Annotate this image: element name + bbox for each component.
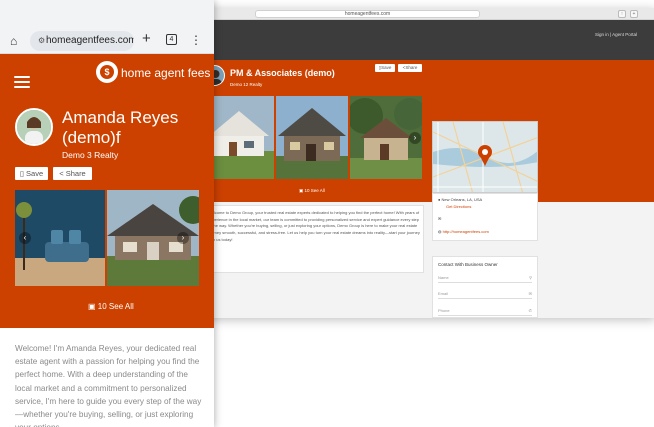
mobile-agent-name: Amanda Reyes (demo)f (62, 108, 179, 147)
brand-name: home agent fees (121, 66, 211, 80)
menu-icon[interactable] (14, 76, 30, 88)
user-icon: ⚲ (529, 275, 532, 280)
mobile-save-button[interactable]: ▯ Save (15, 167, 48, 180)
site-settings-icon[interactable]: ⚙ (38, 36, 45, 45)
location-row: ● New Orleans, LA, USA (438, 197, 483, 202)
mobile-description-text: Welcome! I'm Amanda Reyes, your dedicate… (15, 344, 202, 427)
desktop-agent-name: PM & Associates (demo) (230, 68, 335, 78)
desktop-gallery-photo[interactable] (204, 96, 274, 179)
mobile-browser-toolbar: ⌂ homeagentfees.com/list ⚙ + 4 ⋮ (0, 0, 214, 54)
mail-icon: ✉ (528, 291, 532, 296)
new-tab-icon[interactable]: + (630, 10, 638, 18)
dollar-icon: $ (100, 65, 114, 79)
phone-icon: ✆ (528, 308, 532, 313)
mobile-avatar (15, 108, 53, 146)
mobile-share-button[interactable]: < Share (53, 167, 92, 180)
contact-phone-field[interactable]: Phone ✆ (438, 306, 532, 316)
website-row: ◍ http://homeagentfees.com (438, 229, 489, 234)
chevron-right-icon[interactable]: › (409, 132, 421, 144)
contact-name-field[interactable]: Name ⚲ (438, 273, 532, 283)
new-tab-icon[interactable]: + (142, 30, 151, 47)
desktop-address-bar[interactable]: homeagentfees.com (255, 10, 480, 18)
location-map[interactable] (432, 121, 538, 193)
desktop-agent-realty: Demo 12 Realty (230, 82, 263, 87)
home-icon[interactable]: ⌂ (10, 34, 17, 48)
get-directions-link[interactable]: Get Directions (446, 204, 471, 209)
desktop-description-text: Welcome to Demo Group, your trusted real… (208, 210, 420, 242)
camera-icon: ▣ (88, 302, 98, 311)
chevron-right-icon[interactable]: › (177, 232, 189, 244)
mobile-see-all-link[interactable]: ▣ 10 See All (88, 302, 134, 311)
more-vertical-icon[interactable]: ⋮ (190, 33, 202, 47)
desktop-see-all-link[interactable]: ▣ 10 See All (299, 188, 325, 194)
share-icon[interactable]: ↑ (618, 10, 626, 18)
mobile-agent-realty: Demo 3 Realty (62, 150, 119, 160)
desktop-gallery-photo[interactable] (276, 96, 348, 179)
signin-link[interactable]: Sign in | Agent Portal (595, 32, 637, 37)
email-icon: ✉ (438, 216, 442, 221)
mobile-address-bar[interactable]: homeagentfees.com/list (30, 31, 134, 51)
website-link[interactable]: http://homeagentfees.com (443, 229, 489, 234)
contact-email-field[interactable]: Email ✉ (438, 289, 532, 299)
tab-switcher-button[interactable]: 4 (166, 34, 177, 45)
chevron-left-icon[interactable]: ‹ (19, 232, 31, 244)
mobile-browser-window: ⌂ homeagentfees.com/list ⚙ + 4 ⋮ $ home … (0, 0, 214, 427)
contact-title: Contact With Business Owner (438, 262, 498, 267)
desktop-save-button[interactable]: ▯Save (375, 64, 395, 72)
desktop-share-button[interactable]: <Share (398, 64, 422, 72)
